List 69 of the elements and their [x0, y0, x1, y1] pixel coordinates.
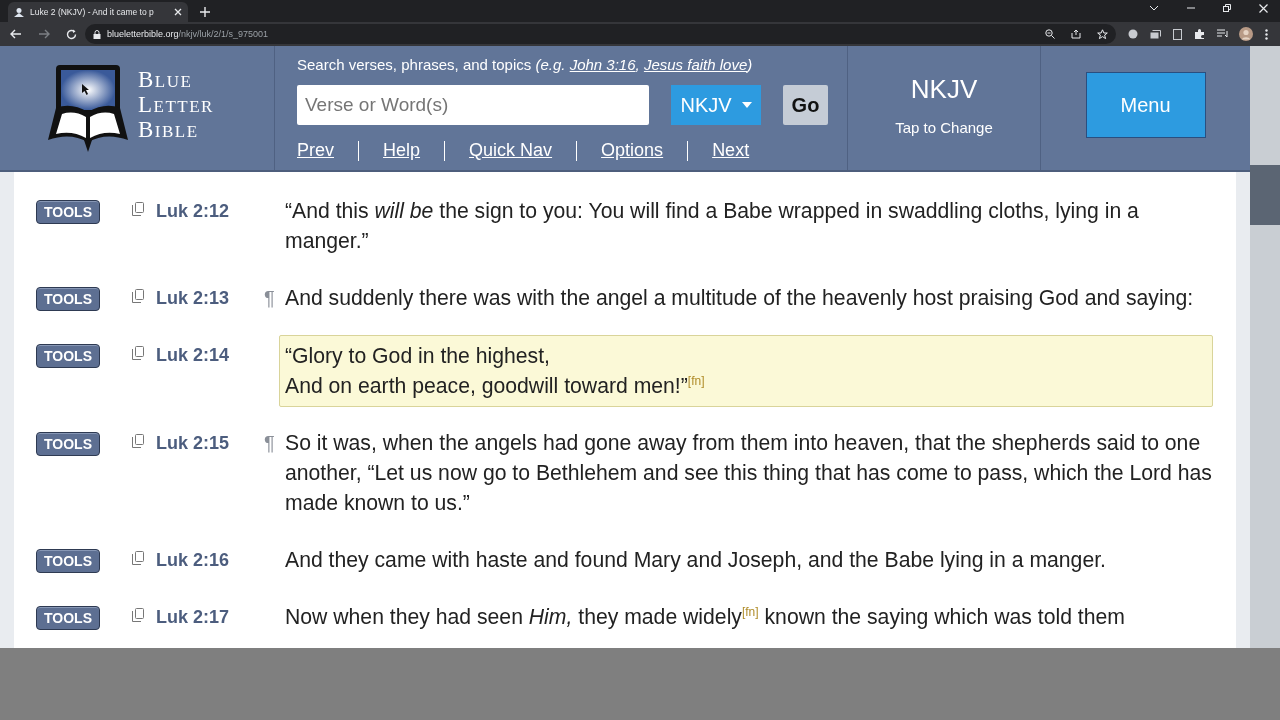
address-bar[interactable]: blueletterbible.org/nkjv/luk/2/1/s_975001 [85, 24, 1116, 44]
tools-button[interactable]: TOOLS [36, 200, 100, 224]
extension-circle-icon[interactable] [1128, 29, 1138, 39]
verse-text: “And this will be the sign to you: You will find a Babe wrapped in swaddling cloths, lying in a manger.” [285, 198, 1140, 255]
star-icon[interactable] [1097, 28, 1108, 40]
tools-button[interactable]: TOOLS [36, 432, 100, 456]
paragraph-mark: ¶ [264, 432, 275, 454]
avatar-icon[interactable] [1239, 27, 1253, 41]
copy-icon[interactable] [132, 434, 144, 448]
tools-button[interactable]: TOOLS [36, 287, 100, 311]
logo[interactable]: BLUE LETTER BIBLE [0, 46, 275, 170]
chevron-down-icon[interactable] [1149, 5, 1159, 11]
lock-icon [93, 29, 101, 39]
verse-text: And they came with haste and found Mary and Joseph, and the Babe lying in a manger. [285, 547, 1107, 574]
verse-reference[interactable]: Luk 2:12 [156, 196, 264, 226]
copy-icon[interactable] [132, 551, 144, 565]
zoom-icon[interactable] [1045, 29, 1055, 39]
footnote-link[interactable]: [fn] [741, 605, 759, 619]
copy-icon[interactable] [132, 346, 144, 360]
verse-reference[interactable]: Luk 2:17 [156, 602, 264, 632]
logo-text: BLUE LETTER BIBLE [138, 67, 214, 143]
verse-reference[interactable]: Luk 2:15 [156, 428, 264, 458]
new-tab-icon[interactable] [200, 7, 210, 17]
footnote-link[interactable]: [fn] [687, 374, 705, 388]
puzzle-icon[interactable] [1194, 28, 1205, 40]
version-dropdown[interactable]: NKJV [671, 85, 761, 125]
copy-icon[interactable] [132, 289, 144, 303]
paragraph-mark: ¶ [264, 287, 275, 309]
nav-link[interactable]: Help [383, 140, 421, 161]
verse-reference[interactable]: Luk 2:13 [156, 283, 264, 313]
browser-tab[interactable]: Luke 2 (NKJV) - And it came to p [8, 2, 188, 22]
window-stack-icon[interactable] [1150, 29, 1161, 39]
close-icon[interactable] [1259, 3, 1268, 13]
close-icon[interactable] [174, 8, 182, 16]
forward-icon[interactable] [38, 29, 50, 39]
search-field[interactable]: Verse or Word(s) [297, 85, 649, 125]
tools-button[interactable]: TOOLS [36, 549, 100, 573]
tools-button[interactable]: TOOLS [36, 344, 100, 368]
open-book-logo-icon [46, 62, 130, 154]
copy-icon[interactable] [132, 202, 144, 216]
verse-text: Now when they had seen Him, they made widely$^{[fn]}$ known the saying which was told them [285, 604, 1126, 631]
caret-icon [741, 102, 752, 108]
url-text: blueletterbible.org/nkjv/luk/2/1/s_975001 [107, 29, 269, 39]
reload-icon[interactable] [66, 28, 77, 40]
restore-icon[interactable] [1223, 4, 1231, 12]
more-icon[interactable] [1265, 28, 1268, 40]
example-link[interactable]: John 3:16 [569, 56, 636, 73]
scrollbar-thumb[interactable] [1250, 165, 1280, 225]
tools-button[interactable]: TOOLS [36, 606, 100, 630]
search-hint: Search verses, phrases, and topics (e.g. John 3:16, Jesus faith love) [297, 56, 754, 73]
verse-text: “Glory to God in the highest, And on earth peace, goodwill toward men!”$^{[fn]}$ [279, 335, 1213, 407]
nav-link[interactable]: Next [712, 140, 750, 161]
verse-text: So it was, when the angels had gone away from them into heaven, that the shepherds said to one another, “Let us now go to Bethlehem and see this thing that has come to pass, which the Lord has made known to us.” [285, 430, 1212, 516]
queue-icon[interactable] [1217, 29, 1229, 39]
verse-reference[interactable]: Luk 2:16 [156, 545, 264, 575]
favicon-icon [14, 7, 24, 17]
nav-link[interactable]: Quick Nav [469, 140, 553, 161]
back-icon[interactable] [10, 29, 22, 39]
document-icon[interactable] [1173, 28, 1182, 40]
verse-reference[interactable]: Luk 2:14 [156, 340, 264, 370]
menu-button[interactable]: Menu [1085, 72, 1206, 138]
copy-icon[interactable] [132, 608, 144, 622]
nav-link[interactable]: Options [601, 140, 664, 161]
share-icon[interactable] [1071, 29, 1081, 39]
tab-title: Luke 2 (NKJV) - And it came to p [30, 7, 155, 17]
version-panel[interactable]: NKJV Tap to Change [848, 46, 1041, 170]
nav-link[interactable]: Prev [297, 140, 334, 161]
go-button[interactable]: Go [783, 85, 828, 125]
verse-text: And suddenly there was with the angel a multitude of the heavenly host praising God and saying: [285, 285, 1195, 312]
